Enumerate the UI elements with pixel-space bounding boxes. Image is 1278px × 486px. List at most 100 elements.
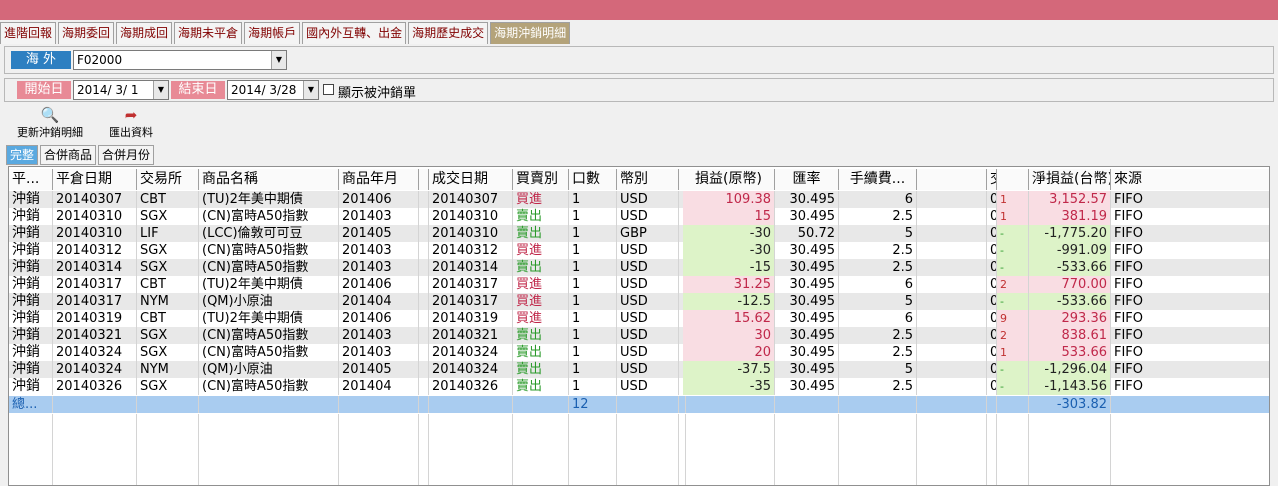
table-row[interactable]: 沖銷 20140326 SGX (CN)富時A50指數 201404 20140326 賣出…	[9, 378, 1269, 395]
empty-cell	[513, 448, 569, 465]
column-header[interactable]: 交易所	[137, 169, 199, 190]
export-icon: ➦	[124, 106, 138, 124]
view-tab-1[interactable]: 合併商品	[40, 145, 97, 165]
cell-2: CBT	[137, 276, 199, 293]
empty-cell	[987, 431, 997, 448]
cell-9: USD	[617, 310, 679, 327]
offset-detail-grid[interactable]: 平... 平倉日期 交易所 商品名稱 商品年月 成交日期 買賣別 口數 幣別 損益(原幣) 匯率 手續…	[8, 166, 1270, 486]
empty-cell	[513, 396, 569, 413]
tab-2[interactable]: 海期成回	[116, 22, 173, 44]
cell-11: 15.62	[683, 310, 775, 327]
cell-9: USD	[617, 361, 679, 378]
cell-0: 沖銷	[9, 327, 53, 344]
cell-0: 沖銷	[9, 361, 53, 378]
column-header[interactable]: 口數	[569, 169, 617, 190]
table-row[interactable]: 沖銷 20140314 SGX (CN)富時A50指數 201403 20140314 賣出…	[9, 259, 1269, 276]
empty-cell	[419, 310, 429, 327]
table-row[interactable]: 沖銷 20140307 CBT (TU)2年美中期債 201406 20140307 買進 1…	[9, 191, 1269, 208]
tab-7[interactable]: 海期沖銷明細	[490, 22, 571, 44]
cell-0: 沖銷	[9, 259, 53, 276]
view-tab-0[interactable]: 完整	[6, 145, 39, 165]
chevron-down-icon[interactable]: ▼	[271, 51, 286, 69]
cell-0: 沖銷	[9, 191, 53, 208]
view-tab-2[interactable]: 合併月份	[98, 145, 155, 165]
cell-4: 201403	[339, 242, 419, 259]
table-row[interactable]: 沖銷 20140321 SGX (CN)富時A50指數 201403 20140321 賣出…	[9, 327, 1269, 344]
tab-0[interactable]: 進階回報	[0, 22, 57, 44]
tab-1[interactable]: 海期委回	[58, 22, 115, 44]
refresh-button[interactable]: 🔍 更新沖銷明細	[12, 106, 88, 140]
market-label: 海 外	[11, 51, 71, 69]
start-date-picker[interactable]: 2014/ 3/ 1 ▼	[73, 80, 169, 100]
empty-cell	[1111, 431, 1269, 448]
empty-cell	[917, 293, 987, 310]
column-header[interactable]	[917, 169, 987, 190]
tab-6[interactable]: 海期歷史成交	[408, 22, 489, 44]
column-header[interactable]	[997, 169, 1029, 190]
cell-2: SGX	[137, 378, 199, 395]
show-offset-checkbox[interactable]	[323, 84, 334, 95]
chevron-down-icon[interactable]: ▼	[153, 81, 168, 99]
cell-8: 1	[569, 361, 617, 378]
cell-6: 20140317	[429, 293, 513, 310]
cell-18: FIFO	[1111, 225, 1269, 242]
empty-cell	[987, 465, 997, 482]
tab-5[interactable]: 國內外互轉、出金	[302, 22, 407, 44]
empty-cell	[569, 431, 617, 448]
export-button[interactable]: ➦ 匯出資料	[100, 106, 162, 140]
column-header[interactable]: 交易稅	[987, 169, 997, 190]
table-row[interactable]: 沖銷 20140324 SGX (CN)富時A50指數 201403 20140324 賣出…	[9, 344, 1269, 361]
cell-3: (CN)富時A50指數	[199, 242, 339, 259]
column-header[interactable]: 來源	[1111, 169, 1269, 190]
chevron-down-icon[interactable]: ▼	[303, 81, 318, 99]
cell-1: 20140312	[53, 242, 137, 259]
empty-cell	[419, 344, 429, 361]
cell-12: 30.495	[775, 293, 839, 310]
column-header[interactable]: 淨損益(台幣)	[1029, 169, 1111, 190]
column-header[interactable]: 平...	[9, 169, 53, 190]
table-row[interactable]: 沖銷 20140324 NYM (QM)小原油 201405 20140324 賣出 1 USD…	[9, 361, 1269, 378]
table-row[interactable]: 沖銷 20140312 SGX (CN)富時A50指數 201403 20140312 買進…	[9, 242, 1269, 259]
tab-3[interactable]: 海期未平倉	[174, 22, 243, 44]
empty-cell	[775, 431, 839, 448]
table-row[interactable]: 沖銷 20140317 CBT (TU)2年美中期債 201406 20140317 買進 1…	[9, 276, 1269, 293]
cell-11: 109.38	[683, 191, 775, 208]
column-header[interactable]: 匯率	[775, 169, 839, 190]
empty-cell	[9, 448, 53, 465]
empty-cell	[917, 396, 987, 413]
cell-7: 賣出	[513, 361, 569, 378]
cell-8: 1	[569, 242, 617, 259]
table-row[interactable]: 沖銷 20140319 CBT (TU)2年美中期債 201406 20140319 買進 1…	[9, 310, 1269, 327]
end-date-picker[interactable]: 2014/ 3/28 ▼	[227, 80, 319, 100]
column-header[interactable]: 商品名稱	[199, 169, 339, 190]
column-header[interactable]: 買賣別	[513, 169, 569, 190]
cell-16: 1	[997, 191, 1029, 208]
empty-cell	[339, 396, 419, 413]
column-header[interactable]: 成交日期	[429, 169, 513, 190]
account-select[interactable]: F02000 ▼	[73, 50, 287, 70]
cell-8: 1	[569, 327, 617, 344]
cell-15: 0	[987, 361, 997, 378]
empty-cell	[53, 414, 137, 431]
column-header[interactable]: 損益(原幣)	[683, 169, 775, 190]
total-row[interactable]: 總... 12 -303.82	[9, 396, 1269, 413]
table-row[interactable]: 沖銷 20140310 SGX (CN)富時A50指數 201403 20140310 賣出…	[9, 208, 1269, 225]
tab-4[interactable]: 海期帳戶	[244, 22, 301, 44]
cell-8: 1	[569, 276, 617, 293]
empty-cell	[987, 448, 997, 465]
column-header[interactable]: 商品年月	[339, 169, 419, 190]
table-row[interactable]: 沖銷 20140317 NYM (QM)小原油 201404 20140317 買進 1 USD…	[9, 293, 1269, 310]
empty-row	[9, 465, 1269, 482]
cell-11: -15	[683, 259, 775, 276]
cell-3: (TU)2年美中期債	[199, 276, 339, 293]
column-header[interactable]: 幣別	[617, 169, 679, 190]
cell-11: 20	[683, 344, 775, 361]
column-header[interactable]: 手續費...	[839, 169, 917, 190]
table-row[interactable]: 沖銷 20140310 LIF (LCC)倫敦可可豆 201405 20140310 賣出 1…	[9, 225, 1269, 242]
cell-15: 0	[987, 344, 997, 361]
cell-12: 30.495	[775, 344, 839, 361]
column-header[interactable]	[419, 169, 429, 190]
empty-cell	[617, 482, 679, 485]
cell-17: -991.09	[1029, 242, 1111, 259]
column-header[interactable]: 平倉日期	[53, 169, 137, 190]
